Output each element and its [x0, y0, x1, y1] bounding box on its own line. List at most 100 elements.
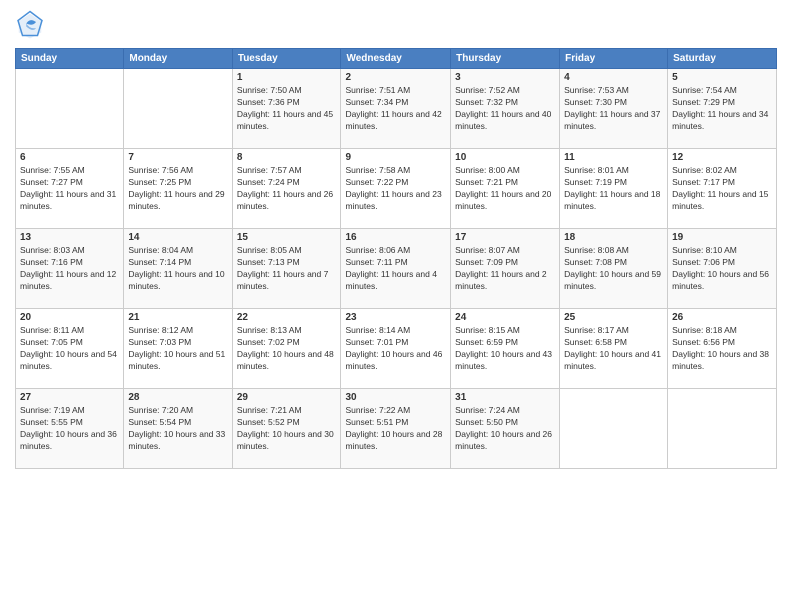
day-info: Sunrise: 7:24 AM Sunset: 5:50 PM Dayligh…: [455, 405, 555, 453]
day-number: 1: [237, 72, 337, 83]
calendar-cell: 29Sunrise: 7:21 AM Sunset: 5:52 PM Dayli…: [232, 389, 341, 469]
day-number: 23: [345, 312, 446, 323]
day-number: 31: [455, 392, 555, 403]
day-info: Sunrise: 7:56 AM Sunset: 7:25 PM Dayligh…: [128, 165, 227, 213]
day-number: 26: [672, 312, 772, 323]
day-number: 9: [345, 152, 446, 163]
calendar-cell: 16 Sunrise: 8:06 AM Sunset: 7:11 PM Dayli…: [341, 229, 451, 309]
header: [15, 10, 777, 40]
day-number: 20: [20, 312, 119, 323]
day-info: Sunrise: 8:08 AM Sunset: 7:08 PM Dayligh…: [564, 245, 663, 293]
day-number: 17: [455, 232, 555, 243]
calendar-cell: [124, 69, 232, 149]
day-number: 19: [672, 232, 772, 243]
day-number: 4: [564, 72, 663, 83]
calendar-cell: 27 Sunrise: 7:19 AM Sunset: 5:55 PM Dayli…: [16, 389, 124, 469]
calendar-cell: 4 Sunrise: 7:53 AM Sunset: 7:30 PM Daylig…: [560, 69, 668, 149]
day-info: Sunrise: 8:10 AM Sunset: 7:06 PM Dayligh…: [672, 245, 772, 293]
day-info: Sunrise: 8:05 AM Sunset: 7:13 PM Dayligh…: [237, 245, 337, 293]
day-info: Sunrise: 8:00 AM Sunset: 7:21 PM Dayligh…: [455, 165, 555, 213]
calendar-week-1: 1 Sunrise: 7:50 AM Sunset: 7:36 PM Daylig…: [16, 69, 777, 149]
calendar-header-sunday: Sunday: [16, 49, 124, 69]
calendar-cell: 9 Sunrise: 7:58 AM Sunset: 7:22 PM Daylig…: [341, 149, 451, 229]
day-number: 27: [20, 392, 119, 403]
page: SundayMondayTuesdayWednesdayThursdayFrid…: [0, 0, 792, 612]
day-number: 7: [128, 152, 227, 163]
day-info: Sunrise: 7:58 AM Sunset: 7:22 PM Dayligh…: [345, 165, 446, 213]
calendar-cell: 10 Sunrise: 8:00 AM Sunset: 7:21 PM Dayli…: [451, 149, 560, 229]
day-info: Sunrise: 7:20 AM Sunset: 5:54 PM Dayligh…: [128, 405, 227, 453]
logo: [15, 10, 49, 40]
day-number: 6: [20, 152, 119, 163]
day-info: Sunrise: 8:18 AM Sunset: 6:56 PM Dayligh…: [672, 325, 772, 373]
calendar-cell: 25Sunrise: 8:17 AM Sunset: 6:58 PM Dayli…: [560, 309, 668, 389]
calendar-cell: 21Sunrise: 8:12 AM Sunset: 7:03 PM Dayli…: [124, 309, 232, 389]
day-info: Sunrise: 7:21 AM Sunset: 5:52 PM Dayligh…: [237, 405, 337, 453]
calendar-cell: 14 Sunrise: 8:04 AM Sunset: 7:14 PM Dayli…: [124, 229, 232, 309]
day-number: 8: [237, 152, 337, 163]
calendar-cell: 13 Sunrise: 8:03 AM Sunset: 7:16 PM Dayli…: [16, 229, 124, 309]
calendar-cell: 3Sunrise: 7:52 AM Sunset: 7:32 PM Daylig…: [451, 69, 560, 149]
calendar-week-5: 27 Sunrise: 7:19 AM Sunset: 5:55 PM Dayli…: [16, 389, 777, 469]
day-info: Sunrise: 8:06 AM Sunset: 7:11 PM Dayligh…: [345, 245, 446, 293]
calendar-cell: 22 Sunrise: 8:13 AM Sunset: 7:02 PM Dayli…: [232, 309, 341, 389]
day-info: Sunrise: 8:03 AM Sunset: 7:16 PM Dayligh…: [20, 245, 119, 293]
calendar-cell: 1 Sunrise: 7:50 AM Sunset: 7:36 PM Daylig…: [232, 69, 341, 149]
calendar-week-4: 20Sunrise: 8:11 AM Sunset: 7:05 PM Dayli…: [16, 309, 777, 389]
calendar-cell: [16, 69, 124, 149]
calendar-header-monday: Monday: [124, 49, 232, 69]
day-info: Sunrise: 8:01 AM Sunset: 7:19 PM Dayligh…: [564, 165, 663, 213]
day-info: Sunrise: 7:19 AM Sunset: 5:55 PM Dayligh…: [20, 405, 119, 453]
day-number: 15: [237, 232, 337, 243]
day-info: Sunrise: 7:53 AM Sunset: 7:30 PM Dayligh…: [564, 85, 663, 133]
calendar-cell: 8 Sunrise: 7:57 AM Sunset: 7:24 PM Daylig…: [232, 149, 341, 229]
day-info: Sunrise: 8:04 AM Sunset: 7:14 PM Dayligh…: [128, 245, 227, 293]
day-number: 5: [672, 72, 772, 83]
calendar-cell: 11 Sunrise: 8:01 AM Sunset: 7:19 PM Dayli…: [560, 149, 668, 229]
calendar-header-thursday: Thursday: [451, 49, 560, 69]
calendar-header-friday: Friday: [560, 49, 668, 69]
day-number: 22: [237, 312, 337, 323]
day-info: Sunrise: 7:22 AM Sunset: 5:51 PM Dayligh…: [345, 405, 446, 453]
calendar-cell: 19 Sunrise: 8:10 AM Sunset: 7:06 PM Dayli…: [668, 229, 777, 309]
day-info: Sunrise: 8:07 AM Sunset: 7:09 PM Dayligh…: [455, 245, 555, 293]
logo-icon: [15, 10, 45, 40]
day-number: 24: [455, 312, 555, 323]
day-info: Sunrise: 7:52 AM Sunset: 7:32 PM Dayligh…: [455, 85, 555, 133]
calendar-cell: 20Sunrise: 8:11 AM Sunset: 7:05 PM Dayli…: [16, 309, 124, 389]
day-number: 16: [345, 232, 446, 243]
day-info: Sunrise: 7:57 AM Sunset: 7:24 PM Dayligh…: [237, 165, 337, 213]
calendar-header-tuesday: Tuesday: [232, 49, 341, 69]
calendar-table: SundayMondayTuesdayWednesdayThursdayFrid…: [15, 48, 777, 469]
day-info: Sunrise: 8:13 AM Sunset: 7:02 PM Dayligh…: [237, 325, 337, 373]
day-info: Sunrise: 8:14 AM Sunset: 7:01 PM Dayligh…: [345, 325, 446, 373]
day-number: 13: [20, 232, 119, 243]
day-number: 14: [128, 232, 227, 243]
calendar-cell: 28 Sunrise: 7:20 AM Sunset: 5:54 PM Dayli…: [124, 389, 232, 469]
day-number: 18: [564, 232, 663, 243]
calendar-cell: 18 Sunrise: 8:08 AM Sunset: 7:08 PM Dayli…: [560, 229, 668, 309]
calendar-header-saturday: Saturday: [668, 49, 777, 69]
day-number: 28: [128, 392, 227, 403]
day-number: 10: [455, 152, 555, 163]
day-number: 11: [564, 152, 663, 163]
day-number: 25: [564, 312, 663, 323]
calendar-cell: 17 Sunrise: 8:07 AM Sunset: 7:09 PM Dayli…: [451, 229, 560, 309]
calendar-header-wednesday: Wednesday: [341, 49, 451, 69]
day-info: Sunrise: 7:50 AM Sunset: 7:36 PM Dayligh…: [237, 85, 337, 133]
calendar-cell: 23 Sunrise: 8:14 AM Sunset: 7:01 PM Dayli…: [341, 309, 451, 389]
day-number: 2: [345, 72, 446, 83]
day-number: 30: [345, 392, 446, 403]
day-info: Sunrise: 7:54 AM Sunset: 7:29 PM Dayligh…: [672, 85, 772, 133]
calendar-cell: 7 Sunrise: 7:56 AM Sunset: 7:25 PM Daylig…: [124, 149, 232, 229]
calendar-cell: 30 Sunrise: 7:22 AM Sunset: 5:51 PM Dayli…: [341, 389, 451, 469]
calendar-cell: 15 Sunrise: 8:05 AM Sunset: 7:13 PM Dayli…: [232, 229, 341, 309]
calendar-cell: 26 Sunrise: 8:18 AM Sunset: 6:56 PM Dayli…: [668, 309, 777, 389]
calendar-cell: 12 Sunrise: 8:02 AM Sunset: 7:17 PM Dayli…: [668, 149, 777, 229]
calendar-week-3: 13 Sunrise: 8:03 AM Sunset: 7:16 PM Dayli…: [16, 229, 777, 309]
day-info: Sunrise: 8:02 AM Sunset: 7:17 PM Dayligh…: [672, 165, 772, 213]
day-info: Sunrise: 8:15 AM Sunset: 6:59 PM Dayligh…: [455, 325, 555, 373]
calendar-header-row: SundayMondayTuesdayWednesdayThursdayFrid…: [16, 49, 777, 69]
day-number: 12: [672, 152, 772, 163]
calendar-cell: 24 Sunrise: 8:15 AM Sunset: 6:59 PM Dayli…: [451, 309, 560, 389]
